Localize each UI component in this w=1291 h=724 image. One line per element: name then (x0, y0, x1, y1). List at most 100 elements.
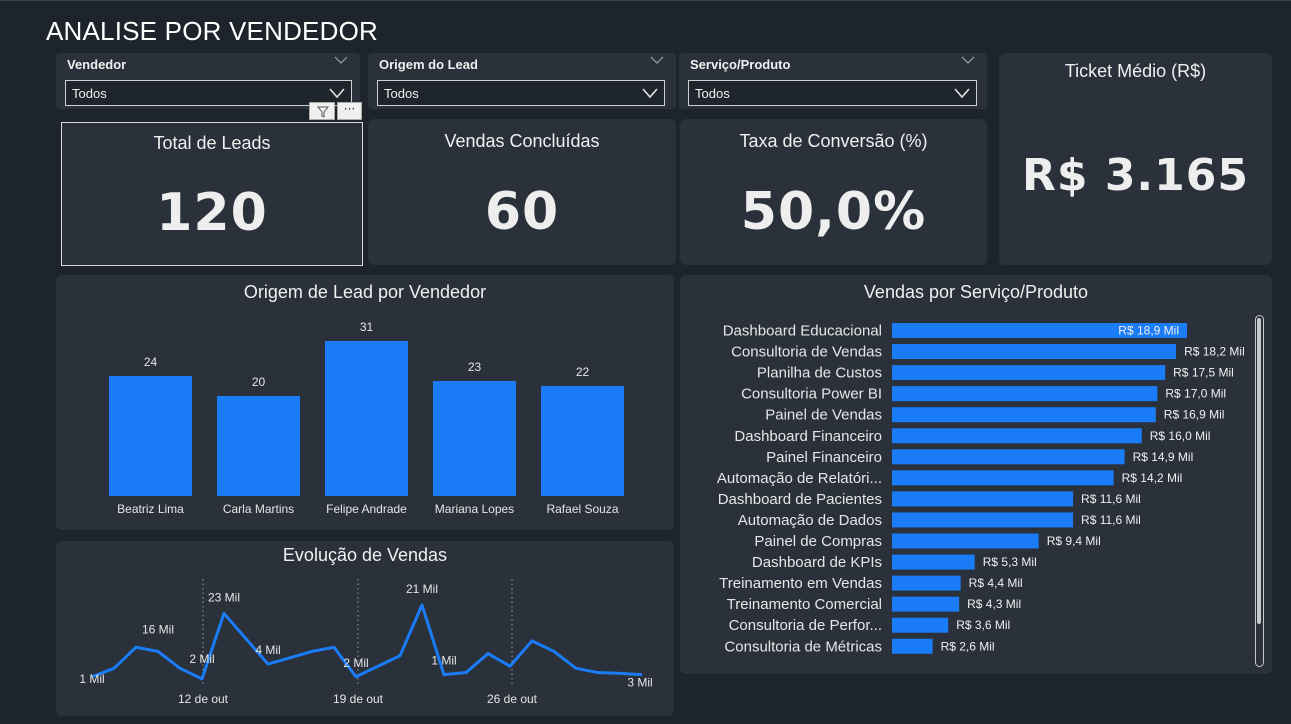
category-label: Treinamento em Vendas (719, 575, 882, 592)
bar (892, 407, 1156, 423)
chevron-down-icon (642, 88, 658, 99)
dropdown-value: Todos (695, 86, 730, 101)
data-label: 20 (252, 375, 266, 389)
data-label: R$ 3,6 Mil (956, 618, 1010, 632)
bar (325, 341, 408, 496)
chart-evolucao-vendas[interactable]: Evolução de Vendas 1 Mil 16 Mil 2 Mil 23 Mi… (56, 541, 674, 716)
top-border (0, 0, 1291, 1)
scrollbar-thumb[interactable] (1257, 318, 1261, 624)
bar (892, 491, 1074, 507)
category-label: Rafael Souza (546, 502, 618, 516)
bar (892, 365, 1166, 381)
bar (892, 428, 1142, 444)
point-label: 1 Mil (79, 672, 104, 686)
category-label: Consultoria de Perfor... (729, 617, 882, 634)
category-label: Dashboard Educacional (723, 323, 882, 340)
data-label: R$ 5,3 Mil (983, 555, 1037, 569)
scrollbar[interactable] (1255, 315, 1264, 667)
data-label: 22 (576, 365, 590, 379)
data-label: R$ 14,2 Mil (1122, 471, 1183, 485)
slicer-servico: Serviço/Produto Todos (679, 53, 987, 109)
servico-dropdown[interactable]: Todos (688, 80, 977, 106)
horizontal-bar-chart: Dashboard Educacional R$ 18,9 Mil Consulto… (717, 323, 1245, 656)
data-label: 24 (144, 355, 158, 369)
kpi-value: 60 (484, 182, 560, 242)
bar (892, 470, 1114, 486)
page-title: ANALISE POR VENDEDOR (46, 16, 378, 46)
origem-dropdown[interactable]: Todos (377, 80, 665, 106)
point-label: 23 Mil (208, 590, 240, 604)
x-tick-label: 19 de out (333, 692, 384, 706)
column-chart: 24 Beatriz Lima 20 Carla Martins 31 Felipe An… (109, 320, 624, 516)
point-label: 16 Mil (142, 622, 174, 636)
data-label: 23 (468, 360, 482, 374)
bar (892, 638, 933, 654)
category-label: Dashboard de Pacientes (718, 491, 882, 508)
slicer-label: Origem do Lead (379, 57, 478, 72)
category-label: Automação de Dados (738, 512, 882, 529)
kpi-title: Total de Leads (153, 133, 271, 153)
category-label: Planilha de Custos (757, 365, 882, 382)
data-label: R$ 9,4 Mil (1047, 534, 1101, 548)
category-label: Consultoria de Métricas (724, 638, 882, 655)
chevron-down-icon[interactable] (961, 55, 975, 65)
data-label: R$ 4,3 Mil (967, 597, 1021, 611)
kpi-ticket-medio[interactable]: Ticket Médio (R$) R$ 3.165 (999, 53, 1272, 265)
category-label: Painel de Vendas (765, 407, 882, 424)
slicer-label: Vendedor (67, 57, 127, 72)
slicer-origem: Origem do Lead Todos (368, 53, 676, 109)
category-label: Dashboard Financeiro (734, 428, 882, 445)
point-label: 2 Mil (343, 656, 368, 670)
category-label: Carla Martins (223, 502, 294, 516)
kpi-taxa-conversao[interactable]: Taxa de Conversão (%) 50,0% (680, 119, 987, 265)
chevron-down-icon[interactable] (334, 55, 348, 65)
category-label: Treinamento Comercial (727, 596, 882, 613)
data-label: R$ 17,5 Mil (1173, 366, 1234, 380)
chart-origem-lead[interactable]: Origem de Lead por Vendedor 24 Beatriz Li… (56, 275, 674, 530)
line-chart: 1 Mil 16 Mil 2 Mil 23 Mil 4 Mil 2 Mil 21 Mil 1 … (79, 579, 653, 706)
category-label: Beatriz Lima (117, 502, 184, 516)
bar (892, 596, 960, 612)
data-label: R$ 16,0 Mil (1150, 429, 1211, 443)
bar (892, 554, 975, 570)
data-label: 31 (360, 320, 374, 334)
data-label: R$ 18,9 Mil (1118, 324, 1179, 338)
slicer-label: Serviço/Produto (690, 57, 791, 72)
filter-icon[interactable] (309, 102, 335, 120)
data-label: R$ 4,4 Mil (969, 576, 1023, 590)
kpi-total-leads[interactable]: Total de Leads 120 (61, 122, 363, 266)
kpi-vendas-concluidas[interactable]: Vendas Concluídas 60 (368, 119, 676, 265)
category-label: Mariana Lopes (435, 502, 514, 516)
category-label: Painel Financeiro (766, 449, 882, 466)
bar (541, 386, 624, 496)
x-tick-label: 26 de out (487, 692, 538, 706)
dropdown-value: Todos (384, 86, 419, 101)
point-label: 4 Mil (255, 643, 280, 657)
bar (892, 386, 1158, 402)
data-label: R$ 2,6 Mil (941, 639, 995, 653)
bar (892, 344, 1177, 360)
data-label: R$ 14,9 Mil (1133, 450, 1194, 464)
bar (217, 396, 300, 496)
chart-vendas-servico[interactable]: Vendas por Serviço/Produto Dashboard Edu… (680, 275, 1272, 674)
point-label: 3 Mil (627, 676, 652, 690)
point-label: 1 Mil (431, 654, 456, 668)
data-label: R$ 17,0 Mil (1165, 387, 1226, 401)
kpi-title: Taxa de Conversão (%) (739, 131, 928, 151)
chevron-down-icon[interactable] (650, 55, 664, 65)
kpi-title: Ticket Médio (R$) (1064, 61, 1207, 81)
dropdown-value: Todos (72, 86, 107, 101)
category-label: Dashboard de KPIs (752, 554, 882, 571)
category-label: Consultoria de Vendas (731, 344, 882, 361)
bar (892, 512, 1074, 528)
chevron-down-icon (329, 88, 345, 99)
kpi-title: Vendas Concluídas (444, 131, 600, 151)
kpi-value: R$ 3.165 (1022, 150, 1249, 201)
bar (892, 533, 1039, 549)
chevron-down-icon (954, 88, 970, 99)
data-label: R$ 11,6 Mil (1081, 513, 1141, 527)
more-options-button[interactable]: ··· (337, 102, 362, 120)
point-label: 21 Mil (406, 582, 438, 596)
bar (109, 376, 192, 496)
kpi-value: 120 (156, 183, 268, 243)
